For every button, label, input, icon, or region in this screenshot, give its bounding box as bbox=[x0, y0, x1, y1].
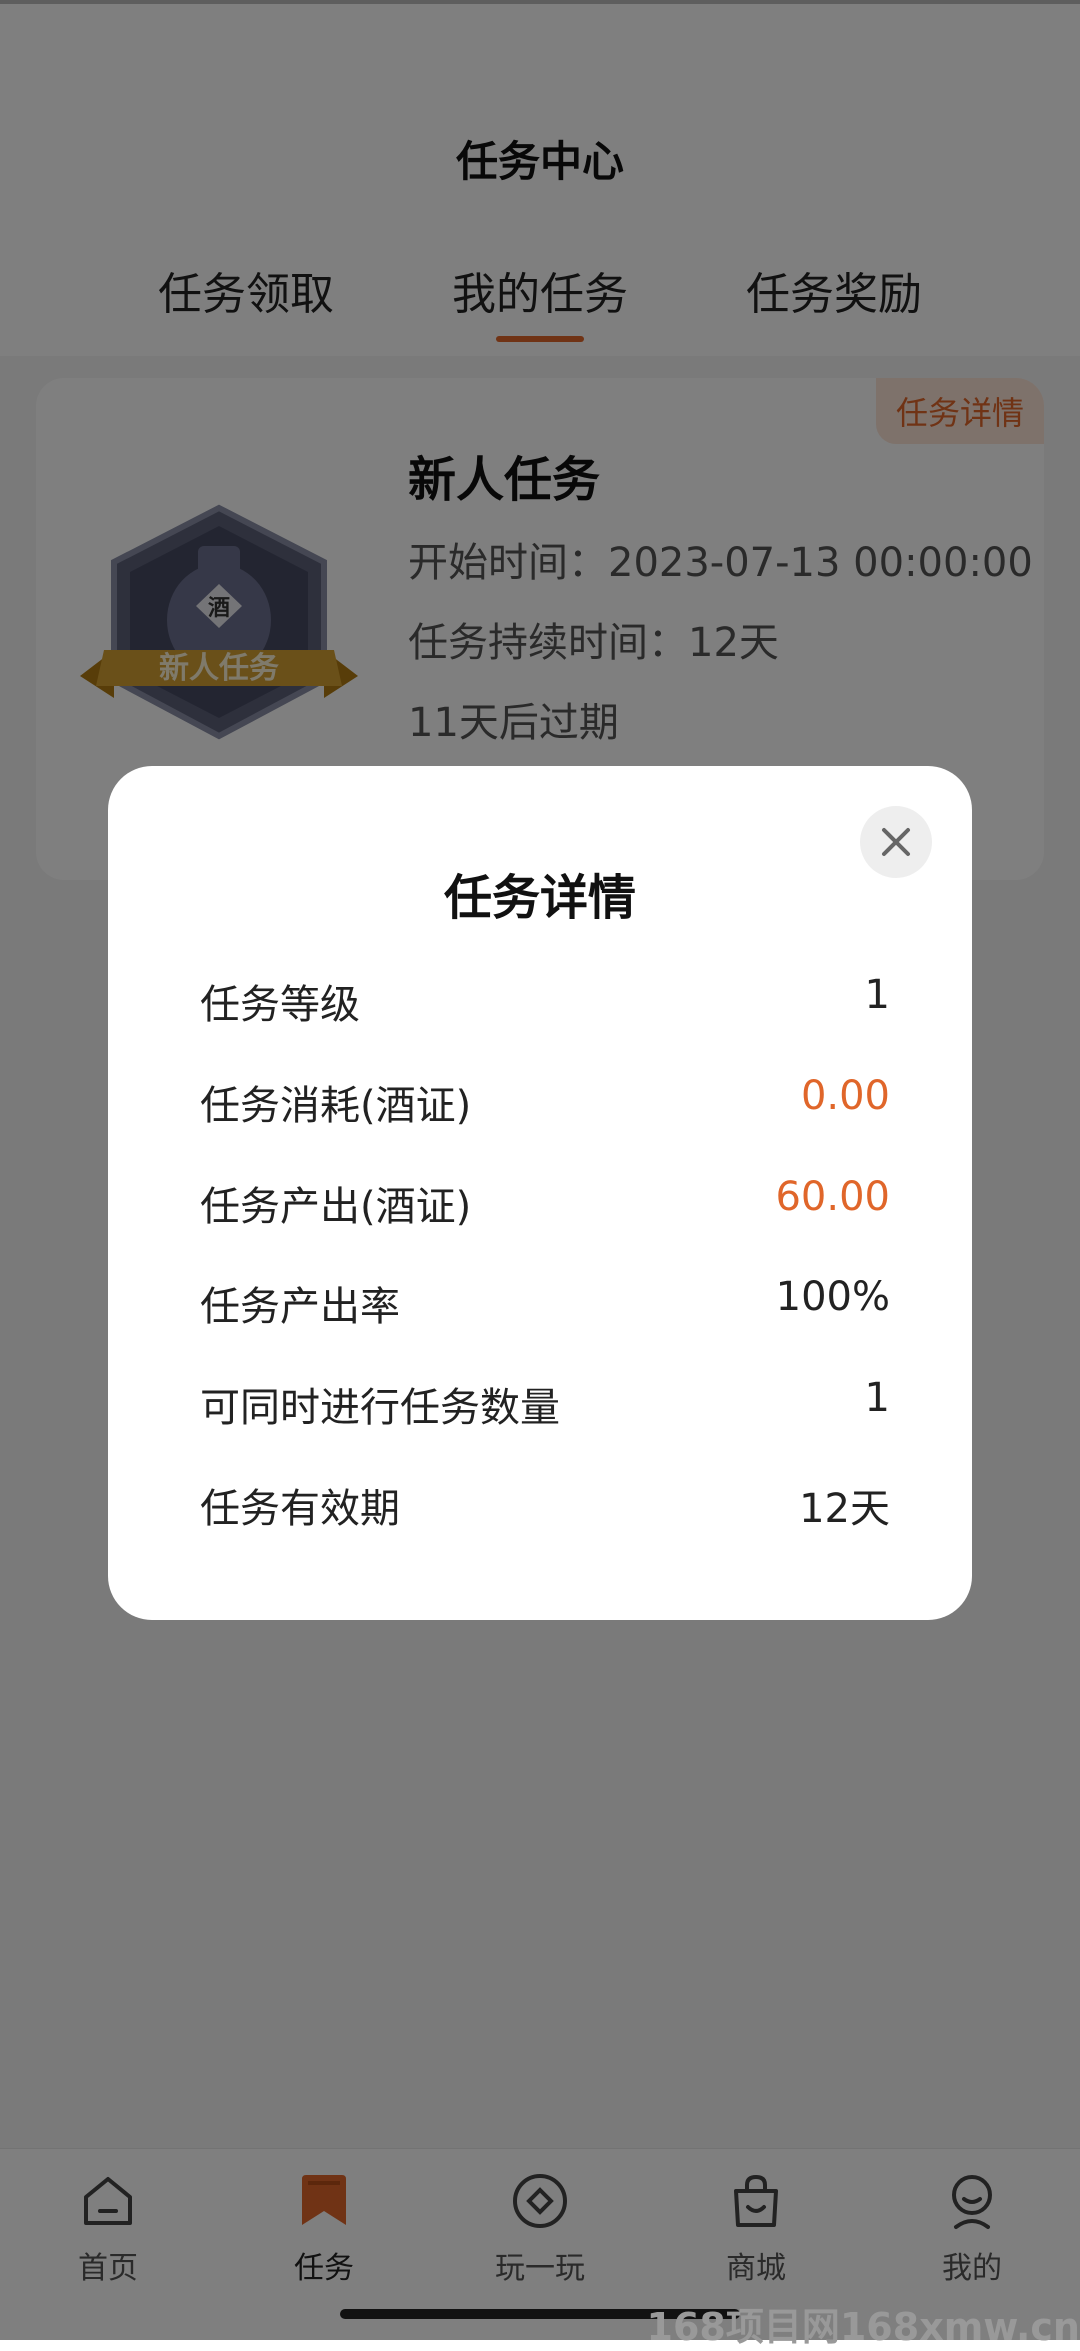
detail-row-consumption: 任务消耗(酒证) 0.00 bbox=[200, 1073, 890, 1133]
detail-row-output: 任务产出(酒证) 60.00 bbox=[200, 1174, 890, 1234]
detail-row-concurrent: 可同时进行任务数量 1 bbox=[200, 1375, 890, 1435]
detail-key: 可同时进行任务数量 bbox=[200, 1385, 560, 1431]
detail-key: 任务有效期 bbox=[200, 1486, 400, 1532]
detail-value: 12天 bbox=[799, 1486, 890, 1532]
detail-row-level: 任务等级 1 bbox=[200, 972, 890, 1032]
detail-value: 60.00 bbox=[775, 1174, 890, 1220]
watermark: 168项目网168xmw.cn bbox=[646, 2305, 1080, 2349]
detail-row-validity: 任务有效期 12天 bbox=[200, 1476, 890, 1536]
detail-row-output-rate: 任务产出率 100% bbox=[200, 1274, 890, 1334]
detail-value: 0.00 bbox=[800, 1073, 890, 1119]
detail-key: 任务产出率 bbox=[200, 1284, 400, 1330]
detail-key: 任务等级 bbox=[200, 982, 360, 1028]
detail-value: 100% bbox=[775, 1274, 890, 1320]
detail-value: 1 bbox=[864, 972, 890, 1018]
task-detail-modal: 任务详情 任务等级 1 任务消耗(酒证) 0.00 任务产出(酒证) 60.00… bbox=[108, 766, 972, 1620]
detail-key: 任务产出(酒证) bbox=[200, 1184, 472, 1230]
modal-title: 任务详情 bbox=[443, 870, 636, 926]
app-screen: 任务中心 任务领取 我的任务 任务奖励 任务详情 酒 新人任务 新人任务 开始时… bbox=[0, 0, 1080, 2349]
close-icon bbox=[882, 828, 910, 856]
detail-value: 1 bbox=[864, 1375, 890, 1421]
detail-key: 任务消耗(酒证) bbox=[200, 1083, 472, 1129]
